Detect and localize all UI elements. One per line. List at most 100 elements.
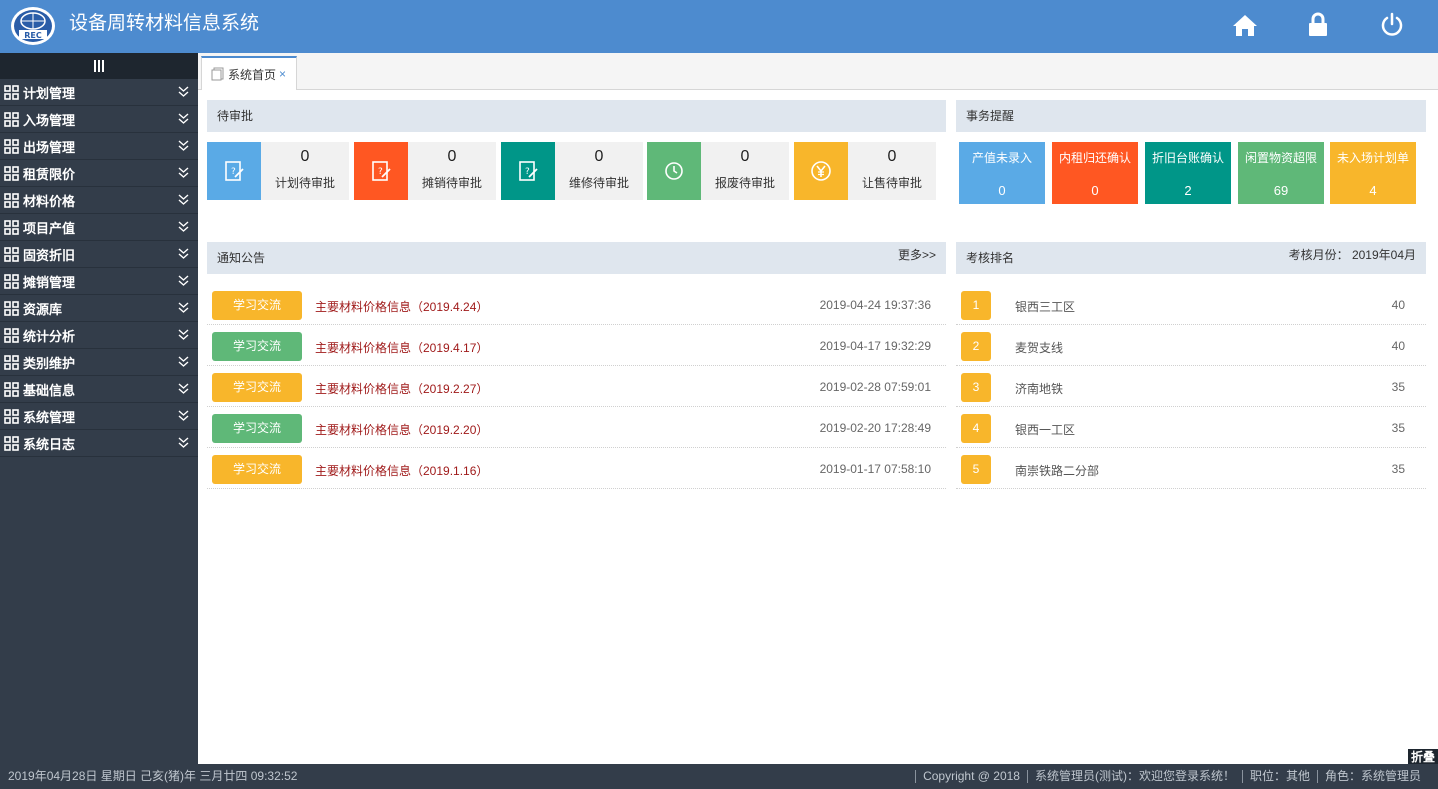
grid-icon: [4, 165, 19, 181]
pending-card[interactable]: 0 让售待审批: [794, 142, 936, 200]
sidebar-item[interactable]: 资源库: [0, 295, 198, 322]
sidebar-item-label: 计划管理: [23, 85, 76, 101]
double-chevron-down-icon: [178, 329, 189, 340]
reminder-card[interactable]: 未入场计划单 4: [1330, 142, 1416, 204]
ranking-row: 2 麦贺支线 40: [956, 325, 1426, 366]
sidebar-item[interactable]: 基础信息: [0, 376, 198, 403]
pending-panel-header: 待审批: [207, 100, 946, 132]
double-chevron-down-icon: [178, 167, 189, 178]
ranking-number-badge: 1: [961, 291, 991, 320]
ranking-number-badge: 3: [961, 373, 991, 402]
sidebar-item[interactable]: 固资折旧: [0, 241, 198, 268]
pending-card-count: 0: [887, 148, 897, 165]
double-chevron-down-icon: [178, 356, 189, 367]
notice-row: 学习交流 主要材料价格信息（2019.2.27） 2019-02-28 07:59:…: [207, 366, 946, 407]
status-footer: 2019年04月28日 星期日 己亥(猪)年 三月廿四 09:32:52 Cop…: [0, 764, 1438, 789]
ranking-month-value: 2019年04月: [1351, 248, 1416, 262]
reminder-card-label: 闲置物资超限: [1244, 151, 1317, 165]
reminder-card-count: 69: [1273, 183, 1289, 198]
reminder-card[interactable]: 内租归还确认 0: [1052, 142, 1138, 204]
footer-copyright: Copyright @ 2018: [915, 770, 1027, 783]
double-chevron-down-icon: [178, 140, 189, 151]
pending-panel-title: 待审批: [217, 109, 254, 123]
notice-title-link[interactable]: 主要材料价格信息（2019.1.16）: [315, 462, 488, 479]
reminder-card[interactable]: 产值未录入 0: [959, 142, 1045, 204]
edit-document-icon: ?: [519, 161, 538, 181]
sidebar-item[interactable]: 统计分析: [0, 322, 198, 349]
pending-card[interactable]: ? 0 摊销待审批: [354, 142, 496, 200]
sidebar-item[interactable]: 入场管理: [0, 106, 198, 133]
ranking-row: 5 南崇铁路二分部 35: [956, 448, 1426, 489]
sidebar-item-label: 摊销管理: [23, 274, 76, 290]
notice-title-link[interactable]: 主要材料价格信息（2019.4.17）: [315, 339, 488, 356]
notice-tag-badge[interactable]: 学习交流: [212, 332, 302, 361]
notice-title-link[interactable]: 主要材料价格信息（2019.4.24）: [315, 298, 488, 315]
double-chevron-down-icon: [178, 410, 189, 421]
sidebar-item[interactable]: 摊销管理: [0, 268, 198, 295]
home-icon[interactable]: [1231, 11, 1259, 39]
sidebar-item[interactable]: 租赁限价: [0, 160, 198, 187]
reminder-card[interactable]: 闲置物资超限 69: [1238, 142, 1324, 204]
sidebar-item[interactable]: 出场管理: [0, 133, 198, 160]
notice-tag-badge[interactable]: 学习交流: [212, 291, 302, 320]
notice-row: 学习交流 主要材料价格信息（2019.4.24） 2019-04-24 19:37:…: [207, 284, 946, 325]
notice-tag-badge[interactable]: 学习交流: [212, 414, 302, 443]
notice-row: 学习交流 主要材料价格信息（2019.4.17） 2019-04-17 19:32:…: [207, 325, 946, 366]
footer-position: 职位：其他: [1241, 770, 1317, 783]
pending-card-count: 0: [447, 148, 457, 165]
pending-card[interactable]: ? 0 计划待审批: [207, 142, 349, 200]
double-chevron-down-icon: [178, 383, 189, 394]
notice-row: 学习交流 主要材料价格信息（2019.2.20） 2019-02-20 17:28:…: [207, 407, 946, 448]
ranking-number-badge: 4: [961, 414, 991, 443]
grid-icon: [4, 273, 19, 289]
grid-icon: [4, 111, 19, 127]
pending-card[interactable]: ? 0 维修待审批: [501, 142, 643, 200]
notice-tag-badge[interactable]: 学习交流: [212, 373, 302, 402]
sidebar-item[interactable]: 计划管理: [0, 79, 198, 106]
notice-title-link[interactable]: 主要材料价格信息（2019.2.27）: [315, 380, 488, 397]
reminder-card-label: 产值未录入: [971, 151, 1032, 165]
double-chevron-down-icon: [178, 248, 189, 259]
ranking-row: 1 银西三工区 40: [956, 284, 1426, 325]
menu-bars-icon: [94, 60, 104, 72]
ranking-score: 35: [1391, 380, 1405, 394]
pending-card-label: 计划待审批: [274, 176, 335, 190]
sidebar-item[interactable]: 系统管理: [0, 403, 198, 430]
double-chevron-down-icon: [178, 221, 189, 232]
pending-card[interactable]: 0 报废待审批: [647, 142, 789, 200]
pending-card-label: 摊销待审批: [421, 176, 482, 190]
notices-panel-title: 通知公告: [217, 251, 266, 265]
pending-card-label: 维修待审批: [568, 176, 629, 190]
clock-icon: [665, 162, 683, 180]
reminder-card[interactable]: 折旧台账确认 2: [1145, 142, 1231, 204]
lock-icon[interactable]: [1304, 11, 1332, 39]
notices-more-link[interactable]: 更多>>: [898, 247, 936, 263]
sidebar-toggle[interactable]: [0, 53, 198, 79]
pending-card-count: 0: [740, 148, 750, 165]
sidebar-item[interactable]: 项目产值: [0, 214, 198, 241]
sidebar-item-label: 类别维护: [23, 355, 76, 371]
reminder-card-count: 0: [998, 183, 1006, 198]
pending-card-icon: ?: [207, 142, 261, 200]
grid-icon: [4, 408, 19, 424]
power-icon[interactable]: [1378, 11, 1406, 39]
notice-tag-badge[interactable]: 学习交流: [212, 455, 302, 484]
tab-home[interactable]: 系统首页 ×: [201, 56, 297, 90]
notice-date: 2019-01-17 07:58:10: [819, 462, 931, 476]
sidebar-item[interactable]: 类别维护: [0, 349, 198, 376]
notice-title-link[interactable]: 主要材料价格信息（2019.2.20）: [315, 421, 488, 438]
notice-date: 2019-02-20 17:28:49: [819, 421, 931, 435]
tab-label: 系统首页: [228, 67, 277, 82]
tab-close-icon[interactable]: ×: [279, 67, 286, 81]
app-title: 设备周转材料信息系统: [69, 13, 260, 34]
double-chevron-down-icon: [178, 437, 189, 448]
ranking-month: 考核月份： 2019年04月: [1289, 247, 1416, 263]
grid-icon: [4, 138, 19, 154]
reminder-card-label: 未入场计划单: [1336, 151, 1409, 165]
double-chevron-down-icon: [178, 302, 189, 313]
sidebar-item[interactable]: 系统日志: [0, 430, 198, 457]
tab-bar: 系统首页 ×: [198, 53, 1438, 90]
ranking-name: 银西三工区: [1015, 300, 1076, 314]
app-header: REC 设备周转材料信息系统: [0, 0, 1438, 53]
sidebar-item[interactable]: 材料价格: [0, 187, 198, 214]
